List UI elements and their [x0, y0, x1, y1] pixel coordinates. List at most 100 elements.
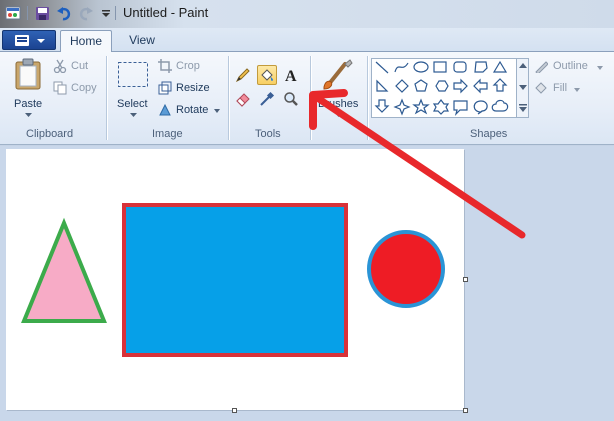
paint-menu-icon [15, 35, 29, 46]
qat-separator [27, 6, 28, 20]
chevron-down-icon [574, 88, 580, 92]
right-triangle-shape-icon [376, 79, 389, 92]
ribbon-tab-strip: Home View [0, 28, 614, 53]
tab-home[interactable]: Home [60, 30, 112, 53]
resize-icon [158, 81, 172, 95]
fill-label: Fill [553, 82, 568, 94]
copy-icon [53, 81, 67, 95]
chevron-down-icon [335, 113, 342, 117]
magnifier-tool[interactable] [281, 89, 301, 109]
canvas-resize-handle-corner[interactable] [463, 408, 468, 413]
scissors-icon [53, 59, 67, 73]
up-arrow-shape-icon [492, 78, 508, 92]
chevron-down-icon [130, 113, 137, 117]
pentagon-shape-icon [414, 79, 428, 92]
undo-icon[interactable] [56, 5, 72, 21]
text-tool[interactable]: A [281, 65, 301, 85]
rectangle-shape-icon [433, 61, 447, 73]
svg-text:A: A [285, 68, 297, 83]
line-shape-icon [375, 61, 389, 74]
drawing-canvas[interactable] [6, 149, 464, 410]
fill-button[interactable]: Fill [533, 80, 593, 98]
customize-qat-icon[interactable] [98, 5, 114, 21]
shapes-group-label: Shapes [470, 128, 508, 140]
group-separator [310, 56, 311, 140]
shapes-gallery-scrollbar[interactable] [516, 58, 529, 118]
paint-menu-button[interactable] [2, 30, 56, 50]
eraser-icon [236, 93, 250, 107]
scroll-down-icon [519, 85, 527, 90]
left-arrow-shape-icon [473, 78, 488, 94]
chevron-down-icon [214, 109, 220, 113]
oval-shape-icon [413, 61, 429, 73]
fill-with-color-tool[interactable] [257, 65, 277, 85]
select-label: Select [117, 98, 148, 110]
curve-shape-icon [394, 62, 409, 73]
copy-button[interactable]: Copy [52, 80, 102, 98]
canvas-resize-handle-right[interactable] [463, 277, 468, 282]
qat-separator [115, 6, 116, 20]
outline-icon [535, 61, 548, 73]
rotate-icon [159, 103, 171, 116]
paste-button[interactable]: Paste [10, 56, 46, 120]
chevron-down-icon [37, 39, 45, 43]
scroll-up-icon [519, 63, 527, 68]
tab-view[interactable]: View [118, 30, 166, 53]
color-picker-icon [260, 91, 275, 106]
shapes-gallery-icons [374, 60, 509, 116]
brushes-label: Brushes [318, 98, 359, 110]
canvas-rectangle[interactable] [122, 203, 348, 357]
shapes-gallery [371, 58, 517, 118]
crop-icon [158, 59, 172, 73]
polygon-shape-icon [474, 61, 488, 73]
cut-button[interactable]: Cut [52, 58, 98, 76]
pencil-tool[interactable] [233, 65, 253, 85]
tools-group-label: Tools [255, 128, 281, 140]
outline-button[interactable]: Outline [533, 58, 605, 76]
redo-icon[interactable] [78, 5, 94, 21]
resize-label: Resize [176, 82, 210, 94]
brushes-button[interactable]: Brushes [315, 56, 363, 120]
window-title: Untitled - Paint [123, 5, 209, 20]
hexagon-shape-icon [435, 80, 449, 92]
save-icon[interactable] [34, 5, 50, 21]
copy-label: Copy [71, 82, 97, 94]
crop-label: Crop [176, 60, 200, 72]
text-icon: A [285, 68, 297, 83]
select-rectangle-icon [118, 62, 148, 87]
four-point-star-shape-icon [393, 98, 411, 116]
rectangular-callout-shape-icon [453, 100, 468, 116]
pencil-icon [235, 68, 250, 83]
chevron-down-icon [25, 113, 32, 117]
cut-label: Cut [71, 60, 89, 72]
five-point-star-shape-icon [412, 98, 430, 115]
cloud-callout-shape-icon [491, 99, 509, 112]
group-separator [367, 56, 368, 140]
outline-label: Outline [553, 60, 588, 72]
triangle-shape-icon [492, 60, 508, 73]
canvas-triangle[interactable] [21, 217, 107, 323]
more-shapes-icon [519, 104, 527, 112]
canvas-resize-handle-bottom[interactable] [232, 408, 237, 413]
canvas-circle[interactable] [367, 230, 445, 308]
resize-button[interactable]: Resize [157, 80, 213, 98]
fill-icon [535, 82, 547, 94]
crop-button[interactable]: Crop [157, 58, 207, 76]
rotate-button[interactable]: Rotate [157, 102, 223, 120]
group-separator [106, 56, 107, 140]
rounded-rectangle-shape-icon [453, 61, 467, 73]
clipboard-icon [15, 58, 41, 90]
right-arrow-shape-icon [453, 78, 468, 94]
select-button[interactable]: Select [112, 56, 154, 120]
canvas-drawing [21, 203, 445, 357]
paint-app-icon[interactable] [5, 5, 21, 21]
eraser-tool[interactable] [233, 89, 253, 109]
chevron-down-icon [597, 66, 603, 70]
image-group-label: Image [152, 128, 183, 140]
paste-label: Paste [14, 98, 43, 110]
brush-icon [323, 59, 353, 90]
magnifier-icon [284, 92, 298, 106]
color-picker-tool[interactable] [257, 89, 277, 109]
ribbon: Paste Cut Copy Clipboard Select Crop Res… [0, 52, 614, 145]
title-bar: Untitled - Paint [0, 0, 614, 28]
